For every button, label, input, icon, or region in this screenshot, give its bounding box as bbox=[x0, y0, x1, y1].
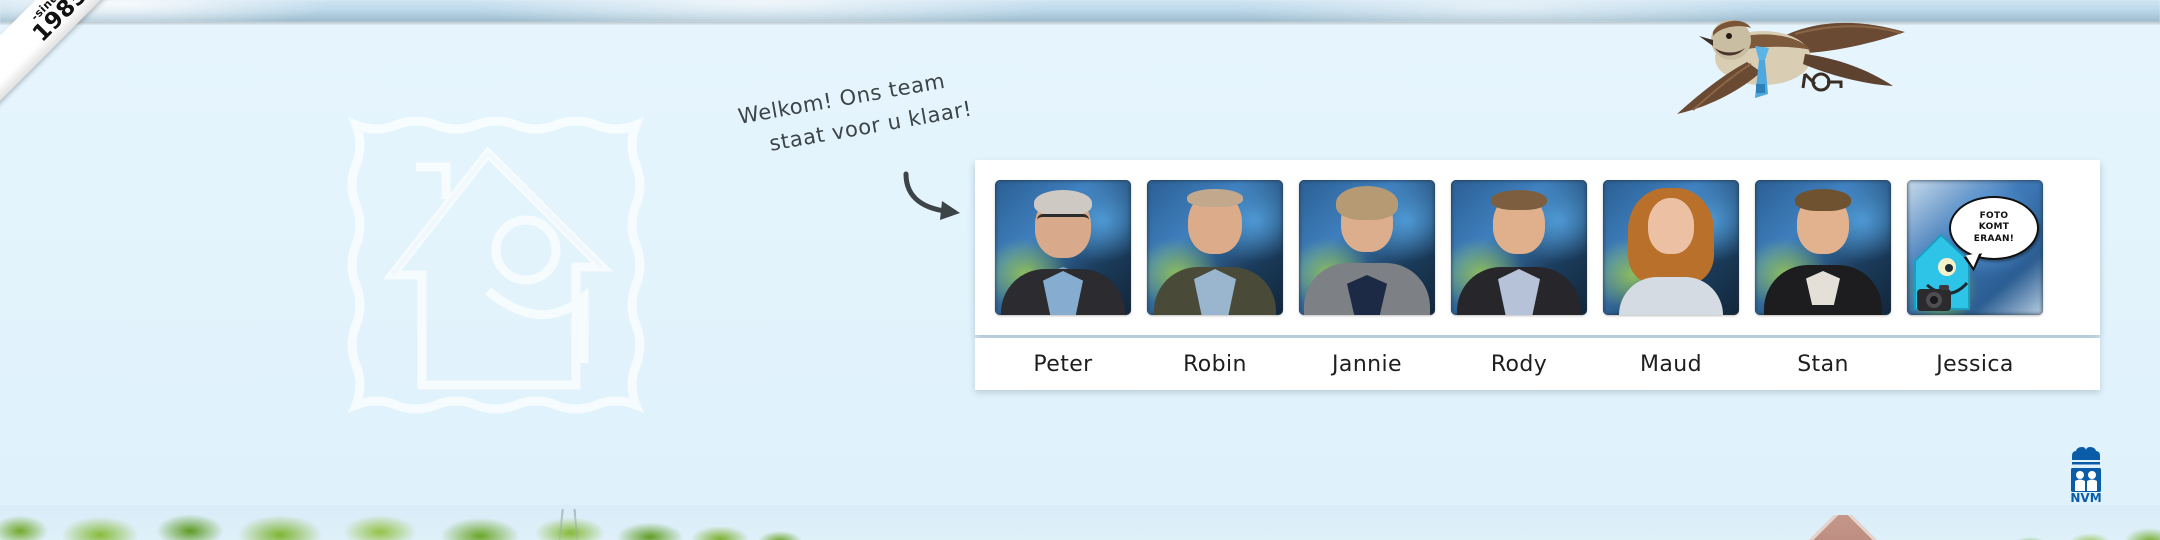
team-photo-robin[interactable] bbox=[1147, 180, 1283, 315]
placeholder-line-3: ERAAN! bbox=[1973, 233, 2015, 244]
nvm-crown-shield-icon[interactable]: NVM bbox=[2068, 446, 2104, 505]
team-name-maud[interactable]: Maud bbox=[1603, 352, 1739, 377]
team-names-row: Peter Robin Jannie Rody Maud Stan Jessic… bbox=[975, 338, 2100, 390]
team-name-peter[interactable]: Peter bbox=[995, 352, 1131, 377]
team-name-rody[interactable]: Rody bbox=[1451, 352, 1587, 377]
team-photo-maud[interactable] bbox=[1603, 180, 1739, 315]
placeholder-line-2: KOMT bbox=[1978, 222, 2010, 233]
team-name-jessica[interactable]: Jessica bbox=[1907, 352, 2043, 377]
team-photo-jannie[interactable] bbox=[1299, 180, 1435, 315]
flying-sparrow-icon bbox=[1655, 2, 1915, 117]
team-photos-row: FOTO KOMT ERAAN! bbox=[975, 160, 2100, 335]
bottom-photo-band bbox=[0, 505, 2160, 540]
team-name-jannie[interactable]: Jannie bbox=[1299, 352, 1435, 377]
team-name-robin[interactable]: Robin bbox=[1147, 352, 1283, 377]
placeholder-line-1: FOTO bbox=[1979, 211, 2009, 222]
foliage-right-icon bbox=[1910, 511, 2160, 540]
team-photo-jessica-placeholder[interactable]: FOTO KOMT ERAAN! bbox=[1907, 180, 2043, 315]
team-photo-rody[interactable] bbox=[1451, 180, 1587, 315]
foliage-left-icon bbox=[0, 505, 880, 540]
team-name-stan[interactable]: Stan bbox=[1755, 352, 1891, 377]
team-photo-peter[interactable] bbox=[995, 180, 1131, 315]
placeholder-speech-bubble: FOTO KOMT ERAAN! bbox=[1949, 196, 2039, 260]
team-panel: FOTO KOMT ERAAN! Peter Robin Jannie Rody… bbox=[975, 160, 2100, 390]
team-photo-stan[interactable] bbox=[1755, 180, 1891, 315]
house-smiley-watermark-icon bbox=[330, 95, 670, 435]
nvm-logo-text: NVM bbox=[2070, 491, 2101, 504]
page-root: -sinds- 1985 Welkom! Ons team staat voor… bbox=[0, 0, 2160, 540]
rooftop-icon bbox=[1790, 515, 1910, 540]
